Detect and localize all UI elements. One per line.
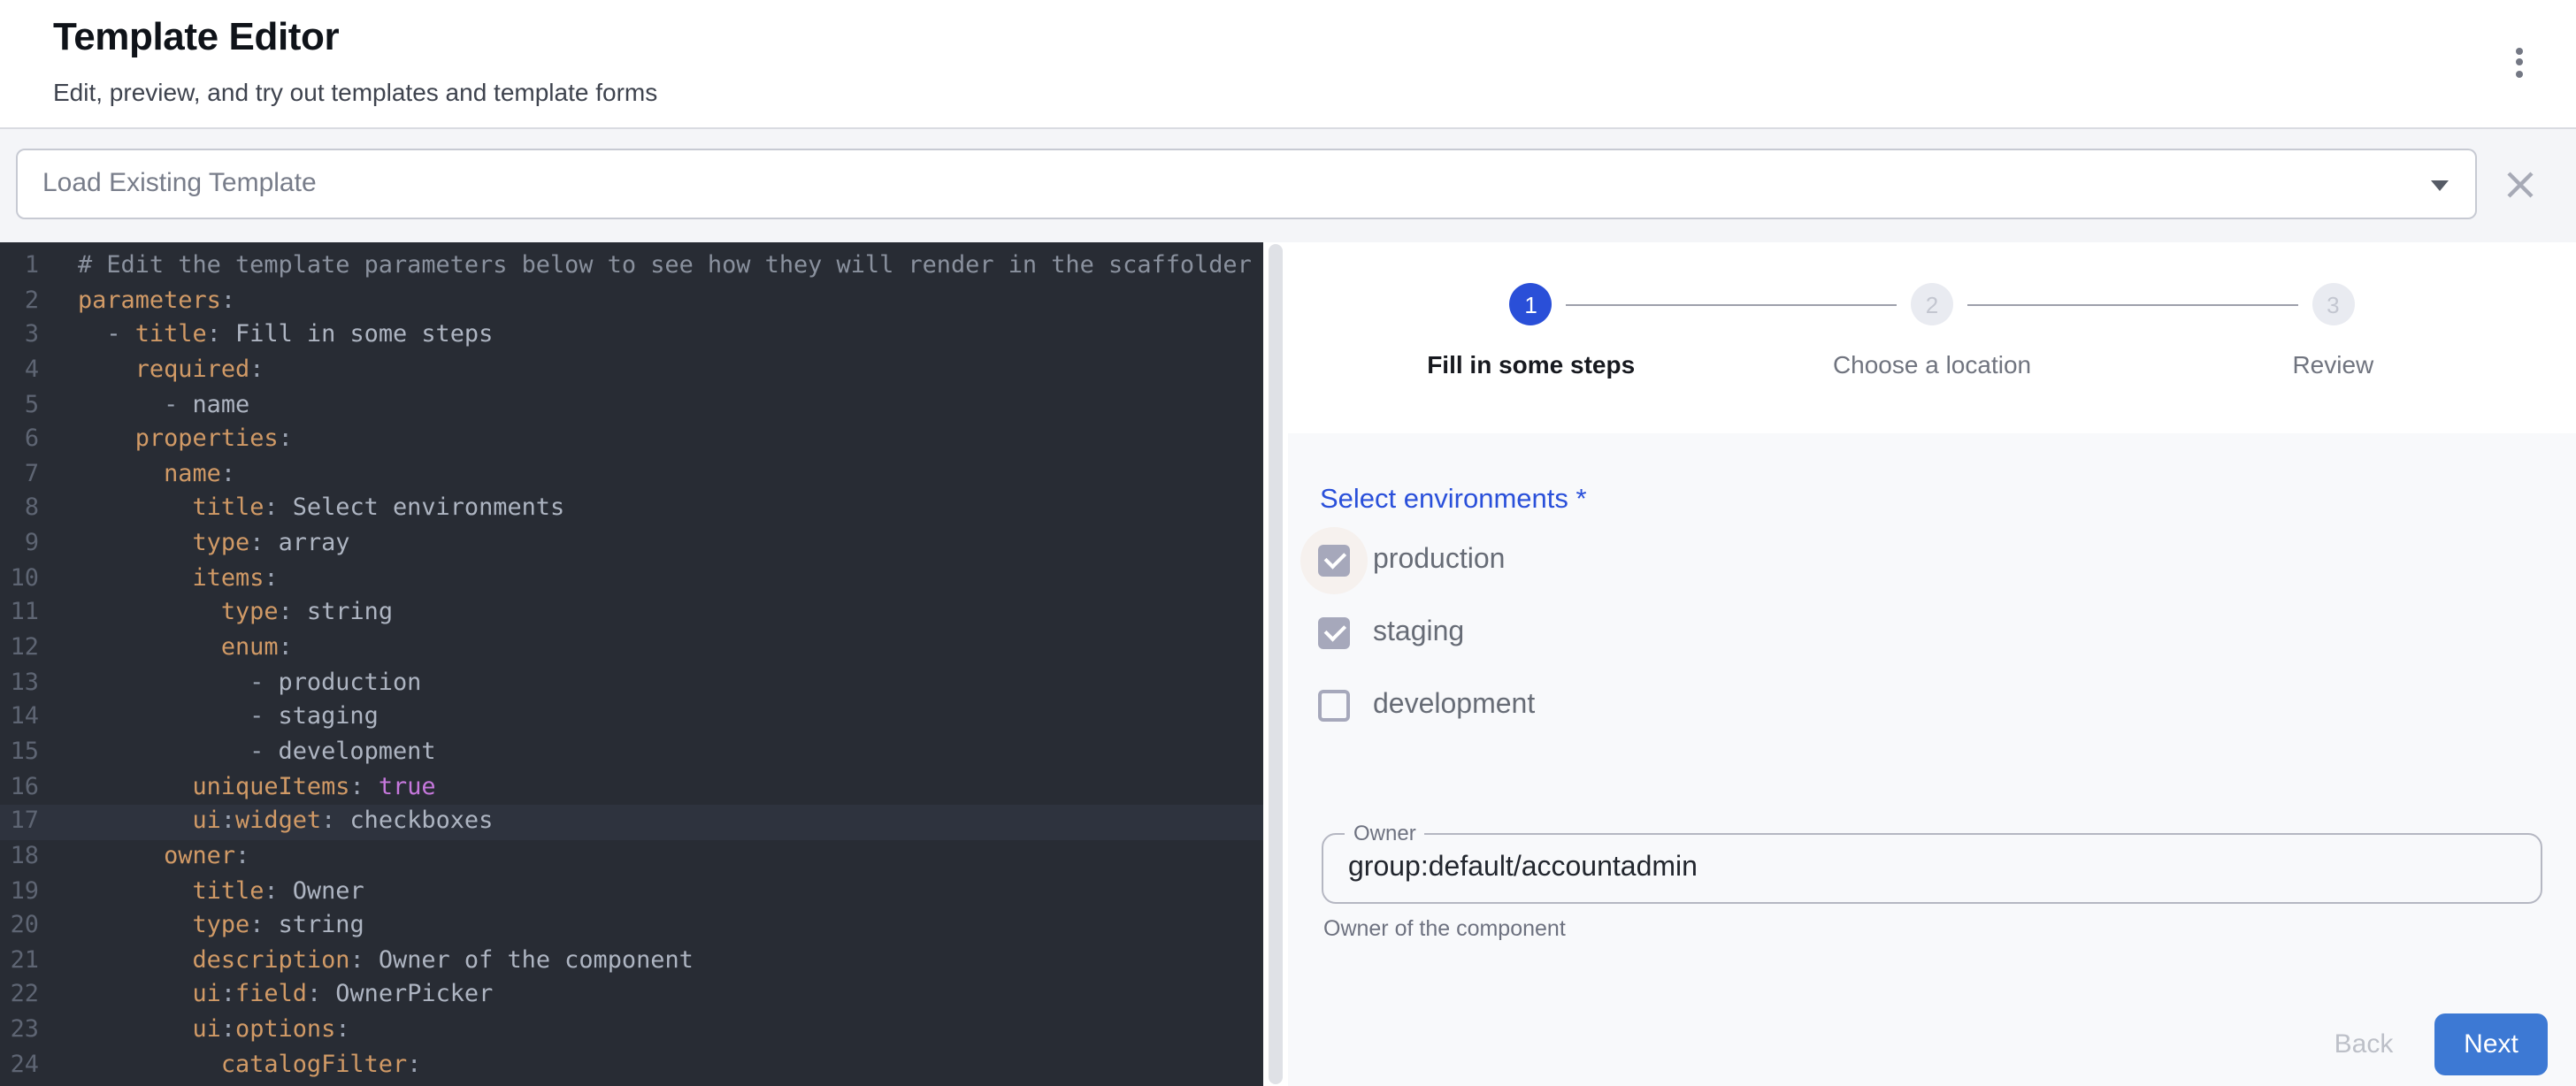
next-button[interactable]: Next — [2434, 1013, 2548, 1075]
line-number: 21 — [0, 945, 39, 979]
step-connector — [1567, 304, 1897, 306]
line-number: 1 — [0, 249, 39, 284]
code-line[interactable]: 11 type: string — [0, 597, 1263, 631]
code-line[interactable]: 17 ui:widget: checkboxes — [0, 806, 1263, 840]
code-line[interactable]: 22 ui:field: OwnerPicker — [0, 979, 1263, 1013]
line-number: 6 — [0, 423, 39, 457]
step-connector — [1967, 304, 2297, 306]
code-line[interactable]: 7 name: — [0, 458, 1263, 493]
owner-field-value: group:default/accountadmin — [1323, 835, 2541, 902]
step-circle: 3 — [2312, 283, 2354, 325]
step-label: Review — [2292, 350, 2373, 379]
line-number: 20 — [0, 909, 39, 944]
checkbox-row-staging[interactable]: staging — [1318, 608, 1535, 656]
template-editor-app: Template Editor Edit, preview, and try o… — [0, 0, 2576, 1086]
line-number: 22 — [0, 979, 39, 1013]
kebab-icon — [2516, 47, 2523, 54]
line-number: 16 — [0, 770, 39, 805]
code-line[interactable]: 16 uniqueItems: true — [0, 770, 1263, 805]
code-line[interactable]: 3 - title: Fill in some steps — [0, 319, 1263, 354]
more-options-button[interactable] — [2495, 37, 2544, 87]
line-number: 11 — [0, 597, 39, 631]
line-number: 23 — [0, 1013, 39, 1048]
required-asterisk: * — [1576, 485, 1587, 515]
checkbox-row-production[interactable]: production — [1318, 536, 1535, 584]
code-line[interactable]: 14 - staging — [0, 701, 1263, 736]
owner-helper-text: Owner of the component — [1323, 916, 1566, 941]
code-editor[interactable]: 1# Edit the template parameters below to… — [0, 242, 1263, 1086]
close-icon — [2504, 169, 2534, 199]
code-line[interactable]: 18 owner: — [0, 840, 1263, 875]
step-3: 3 Review — [2133, 283, 2534, 433]
line-number: 9 — [0, 527, 39, 562]
checkbox-row-development[interactable]: development — [1318, 681, 1535, 729]
select-placeholder: Load Existing Template — [42, 150, 317, 218]
line-number: 3 — [0, 319, 39, 354]
load-template-bar: Load Existing Template — [0, 129, 2576, 242]
code-line[interactable]: 6 properties: — [0, 423, 1263, 457]
stepper: 1 Fill in some steps 2 Choose a location 3 Re… — [1288, 242, 2576, 433]
code-line[interactable]: 5 - name — [0, 388, 1263, 423]
page-header: Template Editor Edit, preview, and try o… — [0, 0, 2576, 127]
checkbox-group-label: Select environments * — [1320, 485, 1587, 516]
line-number: 5 — [0, 388, 39, 423]
code-line[interactable]: 23 ui:options: — [0, 1013, 1263, 1048]
line-number: 17 — [0, 806, 39, 840]
step-label: Choose a location — [1833, 350, 2031, 379]
editor-resize-handle[interactable] — [1269, 244, 1283, 1084]
owner-field-label: Owner — [1345, 821, 1425, 845]
checkbox — [1318, 616, 1350, 648]
code-line[interactable]: 10 items: — [0, 562, 1263, 597]
code-line[interactable]: 1# Edit the template parameters below to… — [0, 249, 1263, 284]
owner-field[interactable]: Owner group:default/accountadmin — [1322, 833, 2542, 904]
line-number: 4 — [0, 354, 39, 388]
checkbox — [1318, 689, 1350, 721]
step-label: Fill in some steps — [1427, 350, 1635, 379]
checkbox-label: development — [1373, 689, 1535, 721]
line-number: 8 — [0, 493, 39, 527]
code-line[interactable]: 24 catalogFilter: — [0, 1048, 1263, 1082]
checkbox — [1318, 544, 1350, 576]
line-number: 12 — [0, 631, 39, 666]
line-number: 24 — [0, 1048, 39, 1082]
step-circle: 1 — [1510, 283, 1552, 325]
checkbox-label: production — [1373, 544, 1505, 576]
code-line[interactable]: 4 required: — [0, 354, 1263, 388]
line-number: 2 — [0, 284, 39, 318]
main-split: 1# Edit the template parameters below to… — [0, 242, 2576, 1086]
form-card: Select environments * production staging d… — [1288, 433, 2576, 1086]
code-line[interactable]: 15 - development — [0, 736, 1263, 770]
code-lines: 1# Edit the template parameters below to… — [0, 249, 1263, 1083]
code-line[interactable]: 8 title: Select environments — [0, 493, 1263, 527]
code-line[interactable]: 13 - production — [0, 666, 1263, 700]
checkbox-label: staging — [1373, 616, 1464, 648]
load-existing-template-select[interactable]: Load Existing Template — [16, 149, 2477, 219]
line-number: 19 — [0, 875, 39, 909]
code-line[interactable]: 2parameters: — [0, 284, 1263, 318]
close-template-button[interactable] — [2495, 159, 2544, 209]
preview-panel: 1 Fill in some steps 2 Choose a location 3 Re… — [1288, 242, 2576, 1086]
page-title: Template Editor — [53, 14, 339, 60]
code-line[interactable]: 12 enum: — [0, 631, 1263, 666]
code-line[interactable]: 9 type: array — [0, 527, 1263, 562]
line-number: 7 — [0, 458, 39, 493]
code-line[interactable]: 19 title: Owner — [0, 875, 1263, 909]
code-line[interactable]: 20 type: string — [0, 909, 1263, 944]
page-subtitle: Edit, preview, and try out templates and… — [53, 78, 657, 106]
code-line[interactable]: 21 description: Owner of the component — [0, 945, 1263, 979]
checkbox-group: production staging development — [1318, 536, 1535, 753]
line-number: 18 — [0, 840, 39, 875]
chevron-down-icon — [2431, 180, 2449, 191]
line-number: 15 — [0, 736, 39, 770]
line-number: 14 — [0, 701, 39, 736]
line-number: 13 — [0, 666, 39, 700]
back-button[interactable]: Back — [2309, 1013, 2419, 1075]
line-number: 10 — [0, 562, 39, 597]
step-circle: 2 — [1911, 283, 1953, 325]
